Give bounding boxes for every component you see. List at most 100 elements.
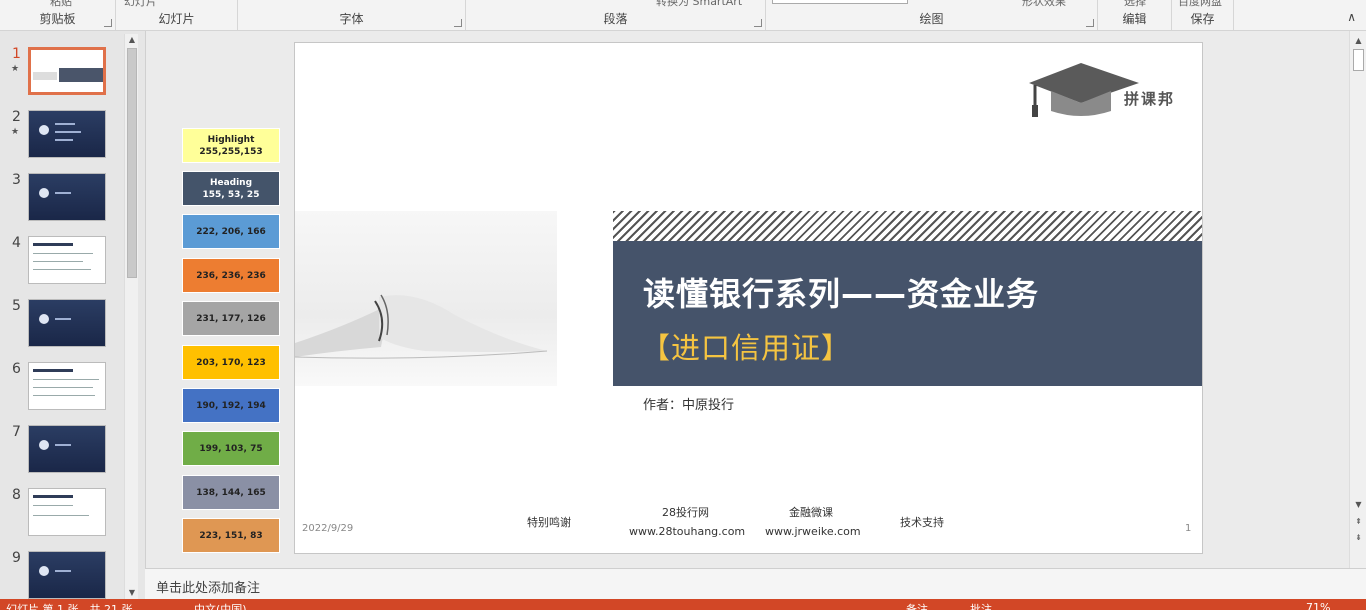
scrollbar-thumb[interactable]	[1353, 49, 1364, 71]
dialog-launcher-icon[interactable]	[1086, 19, 1094, 27]
color-swatch[interactable]: Heading 155, 53, 25	[182, 171, 280, 206]
zoom-level[interactable]: 71%	[1306, 601, 1330, 610]
slide-thumbnail[interactable]: 4	[0, 235, 124, 289]
dialog-launcher-icon[interactable]	[104, 19, 112, 27]
color-swatch[interactable]: 190, 192, 194	[182, 388, 280, 423]
thumbnail-number: 1	[12, 46, 21, 62]
slide-thumbnail[interactable]: 5	[0, 298, 124, 352]
color-swatch[interactable]: 231, 177, 126	[182, 301, 280, 336]
paste-button[interactable]: 粘贴	[50, 0, 72, 9]
thumbnail-number: 3	[12, 172, 21, 188]
ribbon-group-slides: 幻灯片 幻灯片	[116, 0, 238, 30]
animation-star-icon: ★	[11, 64, 20, 74]
new-slide-button[interactable]: 幻灯片	[124, 0, 157, 9]
previous-slide-icon[interactable]: ⇞	[1350, 517, 1366, 526]
notes-placeholder[interactable]: 单击此处添加备注	[156, 577, 260, 596]
footer-date: 2022/9/29	[302, 523, 354, 534]
ribbon-group-save: 百度网盘 保存	[1172, 0, 1234, 30]
slide-thumbnail[interactable]: 8	[0, 487, 124, 541]
slide-thumbnail[interactable]: 6	[0, 361, 124, 415]
ribbon-group-label: 幻灯片	[158, 12, 195, 26]
swatch-label: 138, 144, 165	[196, 487, 266, 498]
scroll-up-icon[interactable]: ▲	[1350, 34, 1366, 47]
color-swatch[interactable]: 236, 236, 236	[182, 258, 280, 293]
ribbon-group-font: 字体	[238, 0, 466, 30]
slide-thumbnail[interactable]: 2 ★	[0, 109, 124, 163]
thumbnail-image	[28, 425, 106, 473]
swatch-label: 231, 177, 126	[196, 313, 266, 324]
footer-site1-name: 28投行网	[662, 506, 709, 519]
title-band: 读懂银行系列——资金业务 【进口信用证】	[613, 241, 1202, 386]
shape-effects-button[interactable]: 形状效果	[1022, 0, 1066, 9]
baidu-netdisk-button[interactable]: 百度网盘	[1178, 0, 1222, 9]
color-swatch[interactable]: 203, 170, 123	[182, 345, 280, 380]
swatch-label: Heading	[209, 177, 253, 188]
color-swatch[interactable]: 222, 206, 166	[182, 214, 280, 249]
footer-site2-url: www.jrweike.com	[765, 525, 861, 538]
swatch-label: 203, 170, 123	[196, 357, 266, 368]
slide-thumbnail[interactable]: 9	[0, 550, 124, 599]
thumbnail-scrollbar[interactable]: ▲ ▼	[124, 34, 138, 599]
animation-star-icon: ★	[11, 127, 20, 137]
slide-title[interactable]: 读懂银行系列——资金业务	[643, 269, 1039, 315]
convert-smartart-button[interactable]: 转换为 SmartArt	[656, 0, 742, 9]
language-indicator[interactable]: 中文(中国)	[194, 601, 247, 610]
ribbon-group-label: 段落	[603, 12, 628, 26]
thumbnail-image	[28, 236, 106, 284]
scrollbar-thumb[interactable]	[127, 48, 137, 278]
author-text[interactable]: 作者：中原投行	[643, 394, 734, 413]
powerpoint-window: 粘贴 剪贴板 幻灯片 幻灯片 字体 转换为 SmartArt 段落 形状效果 绘…	[0, 0, 1366, 610]
thumbnail-number: 4	[12, 235, 21, 251]
thumbnail-number: 7	[12, 424, 21, 440]
slide-thumbnail[interactable]: 1 ★	[0, 46, 124, 100]
footer-site1-url: www.28touhang.com	[629, 525, 746, 538]
editor-scrollbar[interactable]: ▲ ▼ ⇞ ⇟	[1349, 31, 1366, 568]
color-swatch[interactable]: 199, 103, 75	[182, 431, 280, 466]
graduation-cap-logo-icon	[1029, 63, 1139, 117]
ribbon-group-label: 字体	[339, 12, 364, 26]
notes-button[interactable]: 备注	[906, 601, 928, 610]
swatch-value: 255,255,153	[199, 146, 263, 157]
thumbnail-image	[28, 362, 106, 410]
next-slide-icon[interactable]: ⇟	[1350, 533, 1366, 542]
footer-thanks: 特别鸣谢	[527, 516, 571, 529]
thumbnail-number: 2	[12, 109, 21, 125]
collapse-ribbon-icon[interactable]: ∧	[1347, 10, 1356, 24]
slide-canvas[interactable]: 拼课邦 读懂银行系列——资金业务 【进口信用证】 作者：中原投行 2022/9/…	[294, 42, 1203, 554]
thumbnail-number: 5	[12, 298, 21, 314]
thumbnail-image	[28, 47, 106, 95]
slide-subtitle[interactable]: 【进口信用证】	[641, 325, 851, 367]
scroll-up-icon[interactable]: ▲	[125, 34, 139, 46]
scroll-down-icon[interactable]: ▼	[125, 587, 139, 599]
slide-thumbnail-pane: 1 ★ 2 ★ 3 4 5 6 7 8 9 ▲ ▼	[0, 31, 142, 599]
thumbnail-image	[28, 299, 106, 347]
shape-gallery[interactable]	[772, 0, 908, 4]
select-button[interactable]: 选择	[1124, 0, 1146, 9]
slide-thumbnail[interactable]: 3	[0, 172, 124, 226]
thumbnail-number: 8	[12, 487, 21, 503]
swatch-label: 199, 103, 75	[199, 443, 263, 454]
footer-support: 技术支持	[900, 516, 944, 529]
swatch-label: 223, 151, 83	[199, 530, 263, 541]
book-image	[295, 211, 557, 386]
footer-site2-name: 金融微课	[789, 506, 833, 519]
color-swatch[interactable]: 138, 144, 165	[182, 475, 280, 510]
color-swatch[interactable]: Highlight 255,255,153	[182, 128, 280, 163]
slide-page-number: 1	[1185, 523, 1192, 534]
thumbnail-image	[28, 551, 106, 599]
scroll-down-icon[interactable]: ▼	[1350, 498, 1366, 511]
comments-button[interactable]: 批注	[970, 601, 992, 610]
decorative-stripes	[613, 211, 1202, 241]
color-swatch[interactable]: 223, 151, 83	[182, 518, 280, 553]
status-bar: 幻灯片 第 1 张，共 21 张 中文(中国) 备注 批注 71%	[0, 599, 1366, 610]
dialog-launcher-icon[interactable]	[454, 19, 462, 27]
swatch-value: 155, 53, 25	[202, 189, 260, 200]
ribbon-group-drawing: 形状效果 绘图	[766, 0, 1098, 30]
ribbon-group-label: 剪贴板	[39, 12, 76, 26]
ribbon: 粘贴 剪贴板 幻灯片 幻灯片 字体 转换为 SmartArt 段落 形状效果 绘…	[0, 0, 1366, 31]
dialog-launcher-icon[interactable]	[754, 19, 762, 27]
logo-text: 拼课邦	[1124, 90, 1176, 108]
notes-pane[interactable]: 单击此处添加备注	[145, 568, 1366, 599]
slide-thumbnail[interactable]: 7	[0, 424, 124, 478]
ribbon-group-label: 绘图	[919, 12, 944, 26]
